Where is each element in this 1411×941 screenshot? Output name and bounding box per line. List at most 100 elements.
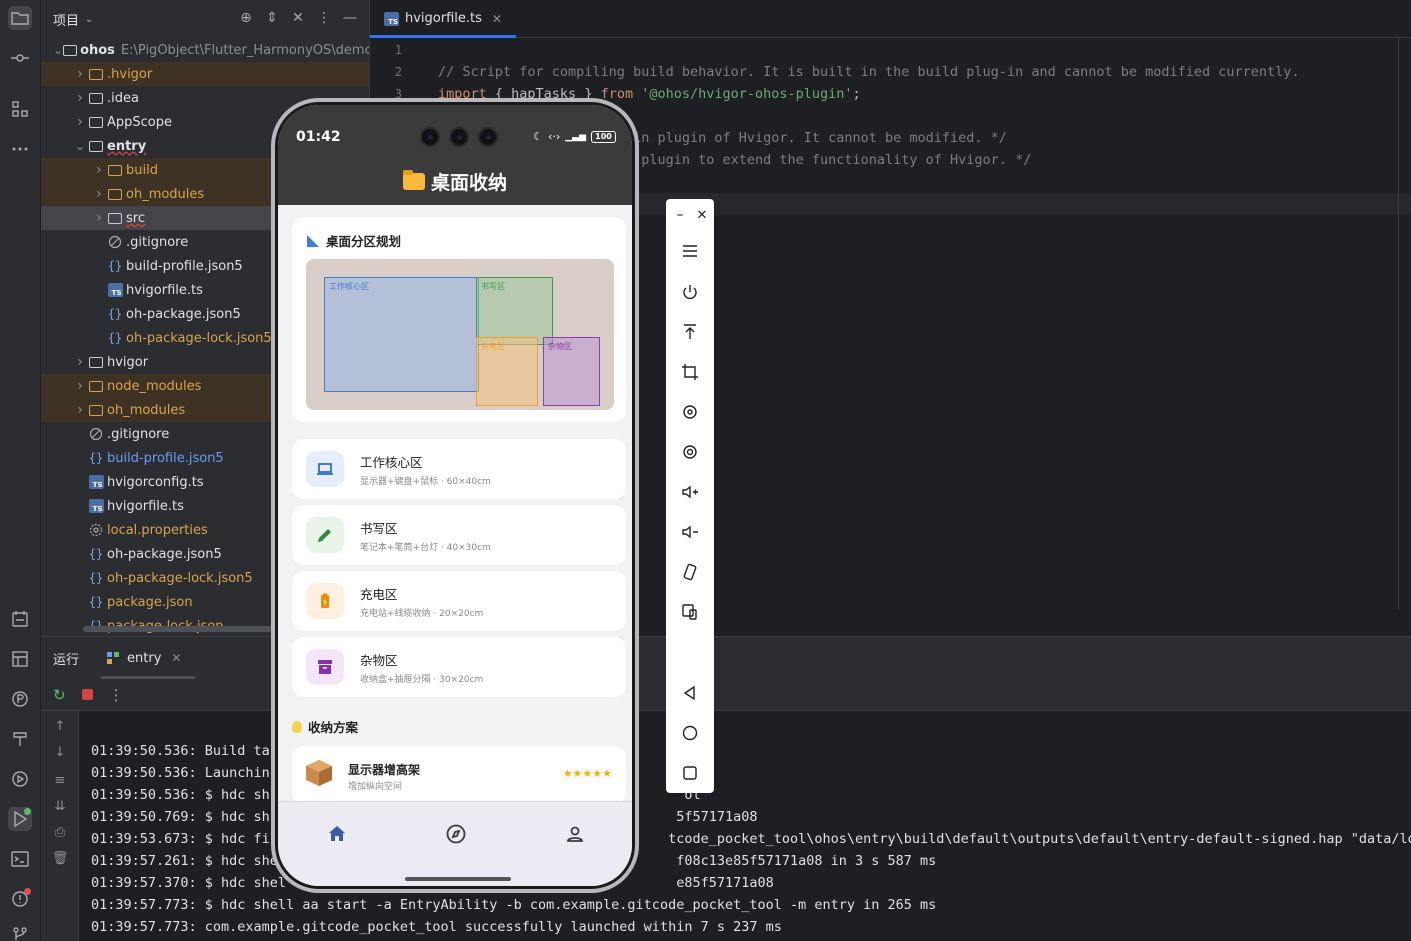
package-box-icon xyxy=(306,760,332,786)
tree-item-label: entry xyxy=(107,138,147,154)
run-panel-title: 运行 xyxy=(53,652,80,668)
recents-icon[interactable] xyxy=(678,761,702,785)
chevron-right-icon[interactable]: › xyxy=(72,402,88,418)
todo-icon[interactable] xyxy=(8,607,32,631)
scroll-up-icon[interactable]: ↑ xyxy=(51,719,69,737)
tree-row[interactable]: › .hvigor xyxy=(41,62,369,86)
build-icon[interactable] xyxy=(8,727,32,751)
chevron-right-icon[interactable]: › xyxy=(91,186,107,202)
editor-tab-hvigorfile[interactable]: TS hvigorfile.ts ✕ xyxy=(370,0,516,38)
pencil-icon xyxy=(306,517,344,553)
minimize-icon[interactable]: – xyxy=(668,203,692,227)
trash-icon[interactable]: 🗑 xyxy=(51,851,69,869)
folder-icon xyxy=(88,354,104,370)
stop-icon[interactable] xyxy=(81,689,93,700)
zone-card[interactable]: 充电区 充电站+线缆收纳 · 20×20cm xyxy=(292,571,626,631)
data-transfer-icon: ‹·› xyxy=(547,130,561,143)
tree-item-label: hvigorconfig.ts xyxy=(107,474,204,490)
module-icon xyxy=(107,652,120,664)
chevron-down-icon[interactable]: ⌄ xyxy=(53,43,63,57)
chevron-right-icon[interactable]: › xyxy=(72,114,88,130)
home-icon[interactable] xyxy=(678,721,702,745)
hide-panel-icon[interactable]: — xyxy=(341,9,359,27)
project-folder-icon[interactable] xyxy=(8,6,32,30)
multi-device-icon[interactable] xyxy=(678,600,702,624)
zone-card[interactable]: 书写区 笔记本+笔筒+台灯 · 40×30cm xyxy=(292,505,626,565)
volume-down-icon[interactable] xyxy=(678,520,702,544)
menu-icon[interactable] xyxy=(678,239,702,263)
module-folder-icon xyxy=(88,138,104,154)
phone-screen[interactable]: 01:42 ☾ ‹·› ▁▃▅ 100 桌面收纳 桌面分区规划 工作核心区 书写… xyxy=(278,105,632,886)
code-text: // Script for compiling build behavior. … xyxy=(438,64,1300,80)
camera-lens-icon xyxy=(420,127,440,147)
run-tab-entry[interactable]: entry ✕ xyxy=(100,637,196,679)
chevron-right-icon[interactable]: › xyxy=(91,162,107,178)
line-number: 1 xyxy=(394,43,402,57)
print-icon[interactable]: ⎙ xyxy=(51,825,69,843)
zone-desc: 显示器+键盘+鼠标 · 60×40cm xyxy=(360,477,491,487)
screenshot-icon[interactable] xyxy=(678,440,702,464)
scroll-down-icon[interactable]: ↓ xyxy=(51,745,69,763)
chevron-down-icon[interactable]: ⌄ xyxy=(85,14,93,25)
ruler-icon xyxy=(306,234,320,248)
solutions-title: 收纳方案 xyxy=(308,720,359,735)
more-options-icon[interactable]: ⋮ xyxy=(109,686,124,704)
chevron-right-icon[interactable]: › xyxy=(72,66,88,82)
home-tab-icon[interactable] xyxy=(325,822,349,846)
zone-name: 书写区 xyxy=(360,521,398,536)
chevron-right-icon[interactable]: › xyxy=(91,210,107,226)
desk-zone-label: 杂物区 xyxy=(548,342,572,351)
tree-item-label: .idea xyxy=(107,90,139,106)
crop-icon[interactable] xyxy=(678,360,702,384)
structure-icon[interactable] xyxy=(8,97,32,121)
zone-card[interactable]: 杂物区 收纳盒+抽屉分隔 · 30×20cm xyxy=(292,637,626,697)
more-tools-icon[interactable] xyxy=(8,137,32,161)
chevron-right-icon[interactable]: › xyxy=(72,378,88,394)
run-icon[interactable] xyxy=(8,807,32,831)
options-icon[interactable]: ⋮ xyxy=(315,9,333,27)
problems-icon[interactable] xyxy=(8,887,32,911)
horizontal-scrollbar[interactable] xyxy=(83,626,288,632)
version-control-icon[interactable] xyxy=(8,922,32,941)
back-icon[interactable] xyxy=(678,681,702,705)
chevron-right-icon[interactable]: › xyxy=(72,90,88,106)
services-icon[interactable] xyxy=(8,767,32,791)
upload-icon[interactable] xyxy=(678,320,702,344)
rotate-icon[interactable] xyxy=(678,400,702,424)
app-content[interactable]: 桌面分区规划 工作核心区 书写区 充电区 杂物区 工作核心区 显示器+键盘+鼠标 · 6… xyxy=(278,205,632,801)
power-icon[interactable] xyxy=(678,280,702,304)
editor-tab-bar: TS hvigorfile.ts ✕ xyxy=(370,0,1411,38)
collapse-all-icon[interactable]: ✕ xyxy=(289,9,307,27)
phone-emulator-frame: 01:42 ☾ ‹·› ▁▃▅ 100 桌面收纳 桌面分区规划 工作核心区 书写… xyxy=(271,98,639,893)
rerun-icon[interactable]: ↻ xyxy=(53,686,66,704)
folder-icon xyxy=(88,66,104,82)
shake-icon[interactable] xyxy=(678,560,702,584)
chevron-down-icon[interactable]: ⌄ xyxy=(72,139,88,153)
terminal-icon[interactable] xyxy=(8,847,32,871)
volume-up-icon[interactable] xyxy=(678,480,702,504)
solution-card[interactable]: 显示器增高架 增加纵向空间 ★★★★★ xyxy=(292,746,626,801)
expand-all-icon[interactable]: ⇕ xyxy=(263,9,281,27)
project-panel-title[interactable]: 项目 xyxy=(53,10,79,29)
profile-tab-icon[interactable] xyxy=(563,822,587,846)
close-icon[interactable]: ✕ xyxy=(492,12,502,26)
close-icon[interactable]: ✕ xyxy=(171,651,181,665)
zone-name: 充电区 xyxy=(360,587,398,602)
layout-icon[interactable] xyxy=(8,647,32,671)
laptop-icon xyxy=(306,451,344,487)
commit-icon[interactable] xyxy=(8,46,32,70)
run-toolbar: ↻ ⋮ xyxy=(41,679,1411,711)
locate-icon[interactable]: ⊕ xyxy=(237,9,255,27)
compass-tab-icon[interactable] xyxy=(444,822,468,846)
home-indicator[interactable] xyxy=(405,877,511,881)
chevron-right-icon[interactable]: › xyxy=(72,354,88,370)
scroll-to-end-icon[interactable]: ⇊ xyxy=(51,799,69,817)
signal-icon: ▁▃▅ xyxy=(565,131,586,142)
soft-wrap-icon[interactable]: ≡ xyxy=(51,773,69,791)
profiler-icon[interactable] xyxy=(8,687,32,711)
close-icon[interactable]: ✕ xyxy=(690,203,714,227)
run-panel: 运行 entry ✕ ↻ ⋮ ↑ ↓ ≡ ⇊ ⎙ 🗑 01:39:50.536:… xyxy=(41,636,1411,941)
zone-card[interactable]: 工作核心区 显示器+键盘+鼠标 · 60×40cm xyxy=(292,439,626,499)
desk-zone-label: 充电区 xyxy=(481,342,505,351)
tree-row[interactable]: ⌄ ohos E:\PigObject\Flutter_HarmonyOS\demo… xyxy=(41,38,369,62)
